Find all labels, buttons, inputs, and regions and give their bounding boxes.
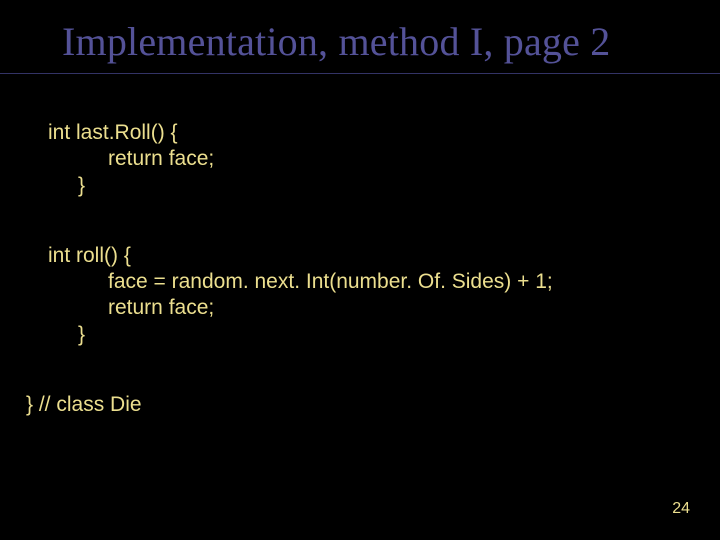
code-line: return face; [48, 146, 720, 172]
code-line: int last.Roll() { [48, 120, 720, 146]
code-block-lastroll: int last.Roll() { return face; } [48, 120, 720, 199]
code-line: } // class Die [26, 392, 720, 418]
code-line: } [48, 173, 720, 199]
code-line: face = random. next. Int(number. Of. Sid… [48, 269, 720, 295]
slide-title: Implementation, method I, page 2 [0, 0, 720, 74]
code-block-roll: int roll() { face = random. next. Int(nu… [48, 243, 720, 348]
code-line: int roll() { [48, 243, 720, 269]
code-line: } [48, 322, 720, 348]
code-line: return face; [48, 295, 720, 321]
slide: Implementation, method I, page 2 int las… [0, 0, 720, 540]
slide-number: 24 [672, 500, 690, 518]
slide-body: int last.Roll() { return face; } int rol… [0, 74, 720, 418]
code-block-classend: } // class Die [48, 392, 720, 418]
